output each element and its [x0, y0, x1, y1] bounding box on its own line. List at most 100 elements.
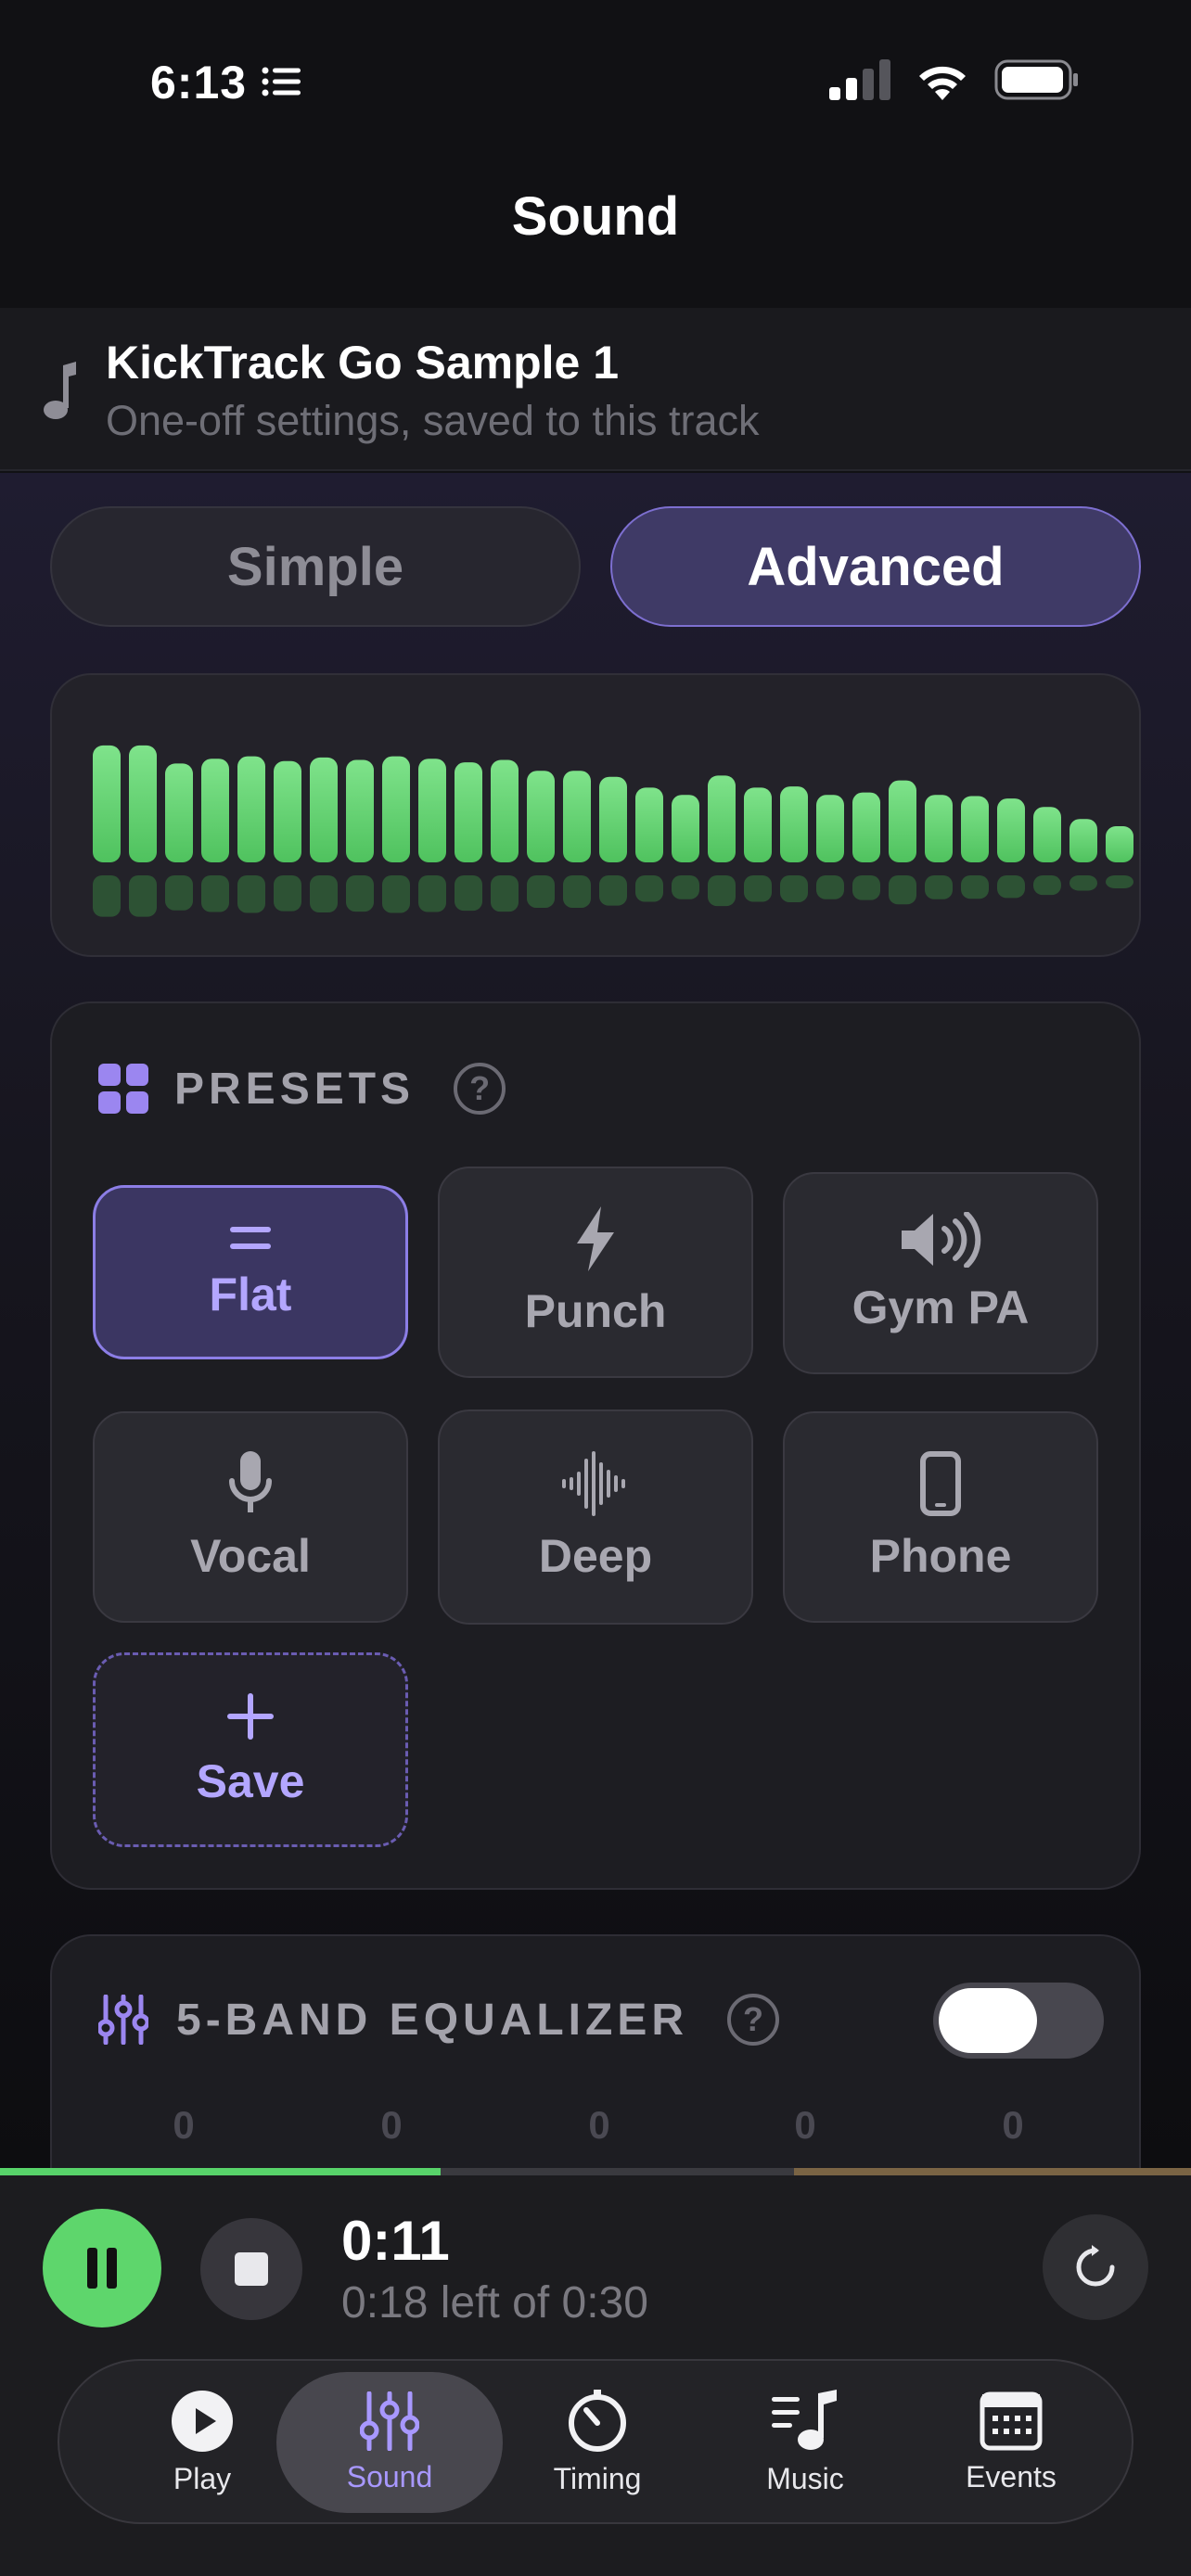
preset-flat-label: Flat — [209, 1269, 292, 1320]
stop-button[interactable] — [200, 2218, 302, 2320]
spectrum-bar — [129, 745, 157, 862]
spectrum-bar-reflection — [1106, 875, 1133, 888]
tab-music[interactable]: Music — [692, 2372, 918, 2513]
track-subtitle: One-off settings, saved to this track — [106, 397, 760, 444]
preset-vocal[interactable]: Vocal — [93, 1411, 408, 1623]
spectrum-bar — [672, 795, 699, 862]
stop-icon — [235, 2252, 268, 2286]
restart-icon — [1076, 2245, 1115, 2287]
equalizer-help-icon[interactable]: ? — [727, 1994, 780, 2046]
tab-music-label: Music — [766, 2461, 844, 2495]
spectrum-bar — [455, 762, 482, 862]
spectrum-bar-reflection — [527, 875, 555, 908]
spectrum-bar — [997, 798, 1025, 862]
preset-gym-pa[interactable]: Gym PA — [783, 1172, 1098, 1374]
spectrum-bar — [744, 787, 772, 862]
playback-progress-end-segment — [794, 2168, 1191, 2175]
preset-phone-label: Phone — [869, 1530, 1012, 1582]
spectrum-bar-reflection — [310, 875, 338, 913]
save-preset-label: Save — [196, 1755, 305, 1807]
spectrum-bar-reflection — [237, 875, 265, 913]
wifi-icon — [919, 66, 966, 100]
eq-band-3-value: 0 — [588, 2103, 610, 2147]
equals-icon — [230, 1227, 271, 1249]
remaining-time: 0:18 left of 0:30 — [341, 2278, 648, 2327]
preset-punch[interactable]: Punch — [438, 1167, 753, 1378]
status-bar: 6:13 — [0, 0, 1191, 158]
tab-timing[interactable]: Timing — [484, 2372, 711, 2513]
spectrum-bar — [93, 745, 121, 862]
tab-play-label: Play — [173, 2461, 232, 2495]
spectrum-bar — [237, 756, 265, 862]
presets-card: PRESETS ? Flat Punch Gym PA Vocal Deep P… — [50, 1001, 1141, 1890]
mode-advanced-button[interactable]: Advanced — [610, 506, 1141, 627]
preset-deep[interactable]: Deep — [438, 1409, 753, 1625]
music-icon — [772, 2389, 837, 2450]
spectrum-bar — [527, 771, 555, 862]
spectrum-bar — [780, 786, 808, 862]
spectrum-bar — [925, 795, 953, 862]
equalizer-toggle[interactable] — [933, 1983, 1104, 2059]
bolt-icon — [577, 1206, 614, 1271]
spectrum-bar-reflection — [382, 875, 410, 913]
equalizer-heading: 5-BAND EQUALIZER ? — [98, 1994, 780, 2046]
presets-help-icon[interactable]: ? — [454, 1063, 506, 1115]
spectrum-bar — [418, 759, 446, 862]
spectrum-bar-reflection — [889, 875, 916, 905]
plus-icon — [227, 1693, 274, 1740]
tab-timing-label: Timing — [553, 2461, 642, 2495]
spectrum-bar — [1069, 819, 1097, 862]
spectrum-bar — [563, 771, 591, 862]
tab-events[interactable]: Events — [898, 2372, 1124, 2513]
timer-icon — [569, 2389, 626, 2452]
spectrum-bar — [491, 759, 519, 862]
spectrum-bar-reflection — [672, 875, 699, 899]
presets-heading-label: PRESETS — [174, 1064, 416, 1114]
mode-simple-button[interactable]: Simple — [50, 506, 581, 627]
phone-icon — [920, 1451, 961, 1516]
preset-phone[interactable]: Phone — [783, 1411, 1098, 1623]
grid-icon — [98, 1064, 148, 1114]
eq-band-1-value: 0 — [173, 2103, 195, 2147]
playback-progress-bar[interactable] — [0, 2168, 1191, 2175]
cellular-signal-icon — [829, 59, 890, 100]
pause-button[interactable] — [43, 2209, 161, 2327]
spectrum-bar-reflection — [925, 875, 953, 899]
spectrum-bar-reflection — [93, 875, 121, 917]
spectrum-bar-reflection — [635, 875, 663, 902]
toggle-knob — [939, 1988, 1037, 2053]
spectrum-bar-reflection — [201, 875, 229, 912]
save-preset-button[interactable]: Save — [93, 1652, 408, 1847]
spectrum-bar-reflection — [165, 875, 193, 911]
tab-bar: Play Sound Timing Music Events — [58, 2359, 1133, 2524]
spectrum-bar — [346, 759, 374, 862]
spectrum-bar-reflection — [1033, 875, 1061, 896]
sliders-icon — [98, 1995, 148, 2045]
preset-gym-pa-label: Gym PA — [852, 1282, 1030, 1333]
spectrum-bar-reflection — [599, 875, 627, 906]
track-header: KickTrack Go Sample 1 One-off settings, … — [0, 308, 1191, 471]
pause-icon — [87, 2248, 117, 2289]
presets-heading: PRESETS ? — [98, 1063, 506, 1115]
waveform-icon — [562, 1451, 625, 1516]
calendar-icon — [980, 2391, 1043, 2450]
sliders-icon — [360, 2391, 419, 2451]
spectrum-bars — [93, 745, 1133, 917]
eq-band-2-value: 0 — [380, 2103, 403, 2147]
eq-band-4-value: 0 — [794, 2103, 816, 2147]
preset-deep-label: Deep — [538, 1530, 653, 1582]
preset-flat[interactable]: Flat — [93, 1185, 408, 1359]
spectrum-bar — [201, 759, 229, 862]
spectrum-bar-reflection — [1069, 875, 1097, 891]
spectrum-bar — [165, 763, 193, 862]
speaker-icon — [902, 1212, 981, 1268]
status-time: 6:13 — [150, 57, 248, 108]
preset-punch-label: Punch — [524, 1285, 667, 1337]
spectrum-bar — [816, 795, 844, 862]
tab-sound[interactable]: Sound — [276, 2372, 503, 2513]
equalizer-heading-label: 5-BAND EQUALIZER — [176, 1995, 689, 2045]
spectrum-bar — [961, 796, 989, 862]
spectrum-bar-reflection — [346, 875, 374, 912]
restart-button[interactable] — [1043, 2214, 1148, 2320]
spectrum-bar-reflection — [852, 875, 880, 900]
